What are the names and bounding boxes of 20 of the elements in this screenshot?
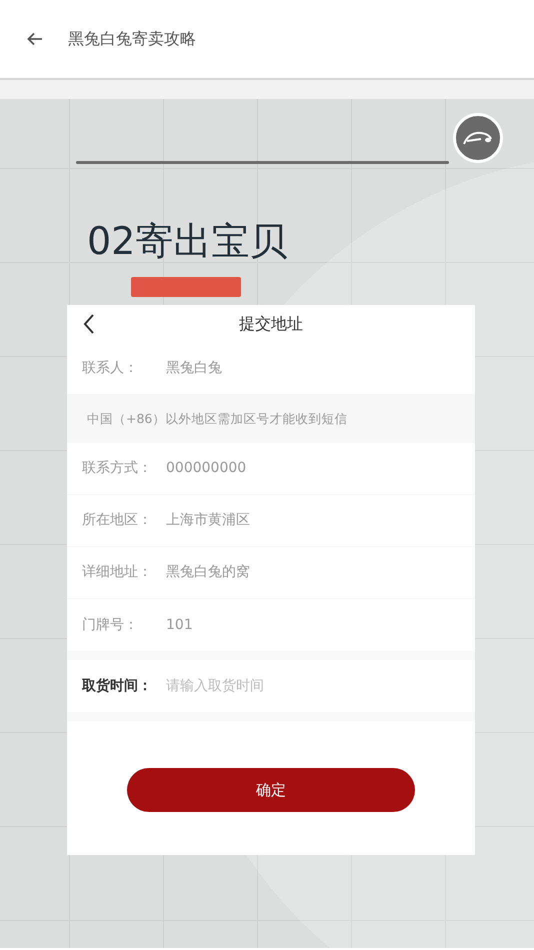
logo-icon <box>453 113 503 163</box>
confirm-button[interactable]: 确定 <box>127 768 415 812</box>
back-icon[interactable] <box>26 30 44 48</box>
field-value: 101 <box>166 616 193 634</box>
form-title: 提交地址 <box>239 313 303 335</box>
back-icon[interactable] <box>83 313 95 335</box>
field-label: 门牌号： <box>82 616 139 634</box>
field-value: 上海市黄浦区 <box>166 511 250 530</box>
field-value: 黑兔白兔 <box>166 359 222 378</box>
field-label: 联系方式： <box>82 459 153 478</box>
field-label: 联系人： <box>82 359 139 378</box>
field-label: 所在地区： <box>82 511 153 530</box>
field-value: 000000000 <box>166 459 246 478</box>
field-value: 黑兔白兔的窝 <box>166 563 250 582</box>
banner-heading: 02寄出宝贝 <box>87 219 288 265</box>
page-title: 黑兔白兔寄卖攻略 <box>68 28 196 50</box>
notice-text: 中国（+86）以外地区需加区号才能收到短信 <box>87 410 348 428</box>
field-label: 取货时间： <box>82 676 153 696</box>
field-label: 详细地址： <box>82 563 153 582</box>
input-field[interactable]: 请输入取货时间 <box>166 676 366 696</box>
